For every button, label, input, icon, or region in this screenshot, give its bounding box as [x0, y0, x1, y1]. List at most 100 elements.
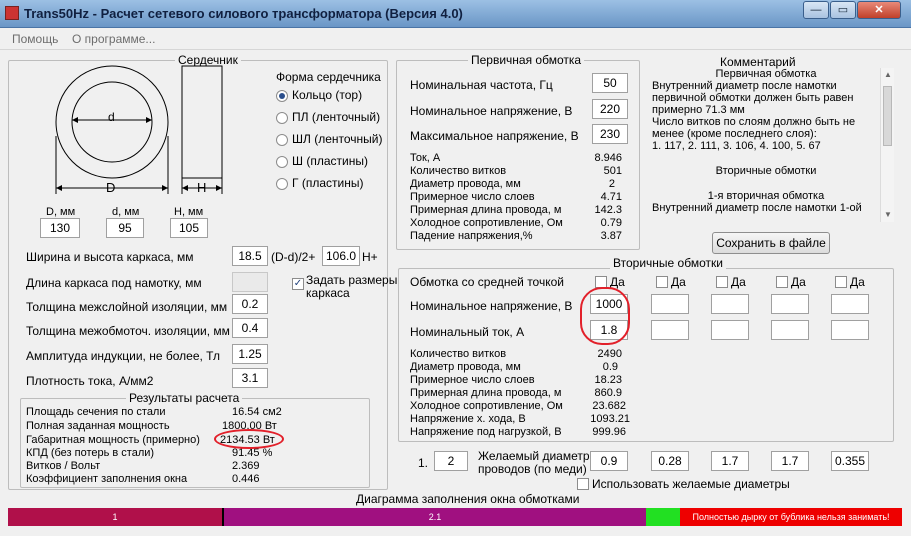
desired-diameter-input-3[interactable]: 1.7	[711, 451, 749, 471]
comment-line: Вторичные обмотки	[715, 165, 817, 177]
primary-result-value: 501	[603, 165, 622, 177]
secondary-voltage-input-2[interactable]	[651, 294, 689, 314]
frame-height-input[interactable]: 106.0	[322, 246, 360, 266]
minimize-button[interactable]: —	[803, 1, 829, 19]
result-label: КПД (без потерь в стали)	[26, 447, 155, 459]
primary-input-label: Номинальная частота, Гц	[410, 78, 553, 92]
radio-icon[interactable]	[276, 178, 288, 190]
comment-line: Внутренний диаметр после намотки	[652, 80, 837, 92]
comment-line: примерно 71.3 мм	[652, 104, 745, 116]
secondary-result-value: 23.682	[592, 400, 626, 412]
primary-result-label: Холодное сопротивление, Ом	[410, 217, 563, 229]
primary-result-label: Количество витков	[410, 165, 507, 177]
secondary-voltage-label: Номинальное напряжение, В	[410, 299, 573, 313]
da-label: Да	[791, 275, 806, 289]
dim-d-label: d, мм	[112, 206, 140, 218]
close-button[interactable]: ✕	[857, 1, 901, 19]
scroll-up-icon[interactable]: ▲	[884, 70, 892, 79]
shape-label: Ш (пластины)	[292, 154, 368, 168]
primary-result-label: Диаметр провода, мм	[410, 178, 521, 190]
secondary-voltage-input-4[interactable]	[771, 294, 809, 314]
primary-result-label: Примерная длина провода, м	[410, 204, 562, 216]
secondary-voltage-input-3[interactable]	[711, 294, 749, 314]
radio-icon[interactable]	[276, 90, 288, 102]
radio-icon[interactable]	[276, 112, 288, 124]
scroll-thumb[interactable]	[883, 86, 892, 146]
maximize-button[interactable]: ▭	[830, 1, 856, 19]
primary-input-label: Номинальное напряжение, В	[410, 104, 573, 118]
primary-result-value: 3.87	[600, 230, 622, 242]
set-frame-checkbox[interactable]: ✓	[292, 278, 304, 290]
interlayer-insulation-input[interactable]: 0.2	[232, 294, 268, 314]
da-label: Да	[731, 275, 746, 289]
primary-max-voltage-input[interactable]: 230	[592, 124, 628, 144]
comment-line: Внутренний диаметр после намотки 1-ой	[652, 202, 862, 214]
menu-about[interactable]: О программе...	[72, 32, 155, 46]
drawing-label-D: D	[106, 180, 116, 195]
primary-result-label: Ток, А	[410, 152, 441, 164]
secondary-result-value: 860.9	[594, 387, 622, 399]
primary-result-label: Примерное число слоев	[410, 191, 535, 203]
radio-icon[interactable]	[276, 156, 288, 168]
result-value: 2.369	[232, 460, 260, 472]
comment-text: Первичная обмотка Внутренний диаметр пос…	[652, 68, 880, 222]
frame-suffix: H+	[362, 250, 378, 264]
secondary-voltage-input-5[interactable]	[831, 294, 869, 314]
secondary-current-label: Номинальный ток, А	[410, 325, 525, 339]
center-tap-checkbox-2[interactable]	[656, 276, 668, 288]
comment-title: Комментарий	[720, 55, 796, 69]
desired-diameter-input-4[interactable]: 1.7	[771, 451, 809, 471]
desired-diameter-input-2[interactable]: 0.28	[651, 451, 689, 471]
comment-line: Число витков по слоям должно быть не	[652, 116, 856, 128]
shape-label: ШЛ (ленточный)	[292, 132, 383, 146]
desired-index-input[interactable]: 2	[434, 451, 468, 471]
desired-label-1: Желаемый диаметр	[478, 449, 590, 463]
dim-D-input[interactable]: 130	[40, 218, 80, 238]
winding-length-input[interactable]	[232, 272, 268, 292]
annotation-circle-secondary	[580, 287, 630, 345]
current-density-input[interactable]: 3.1	[232, 368, 268, 388]
secondary-result-value: 18.23	[594, 374, 622, 386]
frame-width-input[interactable]: 18.5	[232, 246, 268, 266]
center-tap-checkbox-4[interactable]	[776, 276, 788, 288]
comment-line: Первичная обмотка	[715, 68, 817, 80]
interwinding-insulation-input[interactable]: 0.4	[232, 318, 268, 338]
center-tap-checkbox-5[interactable]	[835, 276, 847, 288]
secondary-current-input-3[interactable]	[711, 320, 749, 340]
secondary-current-input-5[interactable]	[831, 320, 869, 340]
result-value: 0.446	[232, 473, 260, 485]
secondary-result-label: Холодное сопротивление, Ом	[410, 400, 563, 412]
dim-H-input[interactable]: 105	[170, 218, 208, 238]
scroll-down-icon[interactable]: ▼	[884, 210, 892, 219]
desired-diameter-input-1[interactable]: 0.9	[590, 451, 628, 471]
drawing-label-d: d	[108, 110, 115, 124]
menu-bar: Помощь О программе...	[0, 28, 911, 50]
frequency-input[interactable]: 50	[592, 73, 628, 93]
primary-result-value: 142.3	[594, 204, 622, 216]
secondary-current-input-2[interactable]	[651, 320, 689, 340]
center-tap-checkbox-3[interactable]	[716, 276, 728, 288]
induction-input[interactable]: 1.25	[232, 344, 268, 364]
desired-diameter-input-5[interactable]: 0.355	[831, 451, 869, 471]
param-label: Плотность тока, А/мм2	[26, 374, 154, 388]
primary-voltage-input[interactable]: 220	[592, 99, 628, 119]
secondary-result-label: Количество витков	[410, 348, 507, 360]
secondary-group-title: Вторичные обмотки	[610, 256, 726, 270]
dim-H-label: H, мм	[174, 206, 204, 218]
annotation-circle-power	[214, 429, 284, 449]
comment-scrollbar[interactable]: ▲ ▼	[880, 68, 894, 222]
secondary-result-label: Диаметр провода, мм	[410, 361, 521, 373]
radio-icon[interactable]	[276, 134, 288, 146]
menu-help[interactable]: Помощь	[12, 32, 58, 46]
secondary-current-input-4[interactable]	[771, 320, 809, 340]
secondary-result-label: Напряжение под нагрузкой, В	[410, 426, 562, 438]
use-desired-checkbox[interactable]	[577, 478, 589, 490]
save-to-file-button[interactable]: Сохранить в файле	[712, 232, 830, 254]
primary-input-label: Максимальное напряжение, В	[410, 129, 579, 143]
dim-d-input[interactable]: 95	[106, 218, 144, 238]
frame-size-label: Ширина и высота каркаса, мм	[26, 250, 194, 264]
result-label: Коэффициент заполнения окна	[26, 473, 188, 485]
dim-D-label: D, мм	[46, 206, 76, 218]
primary-result-value: 0.79	[600, 217, 622, 229]
primary-group-title: Первичная обмотка	[468, 53, 585, 67]
